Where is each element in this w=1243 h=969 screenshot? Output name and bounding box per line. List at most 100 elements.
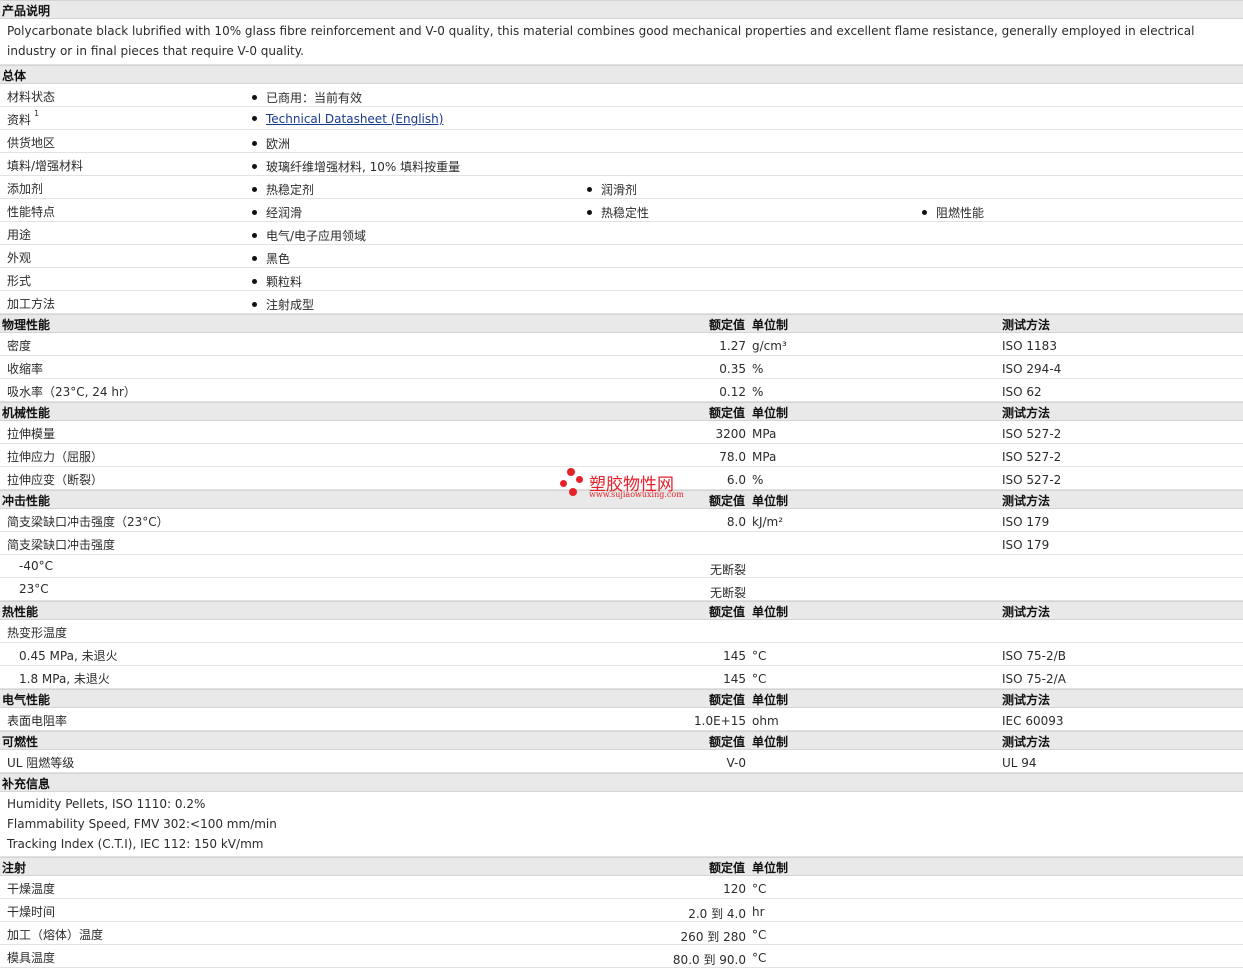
property-unit: ohm [752, 714, 779, 728]
section-title: 冲击性能 [2, 494, 51, 508]
info-line: Flammability Speed, FMV 302:<100 mm/min [7, 817, 277, 831]
bullet-text: 热稳定剂 [266, 183, 315, 197]
bullet-item: 经润滑 [252, 204, 302, 221]
column-header-unit: 单位制 [752, 494, 789, 508]
property-label: 用途 [7, 228, 32, 242]
section-header-supplement: 补充信息 [0, 773, 1243, 792]
property-label: -40°C [19, 559, 53, 573]
column-header-method: 测试方法 [1002, 494, 1051, 508]
test-method: ISO 527-2 [1002, 450, 1062, 464]
thermal-table: 热变形温度 0.45 MPa, 未退火 145 °C ISO 75-2/B 1.8 MPa… [0, 620, 1243, 689]
bullet-icon [252, 164, 257, 169]
property-label: 收缩率 [7, 362, 44, 376]
column-header-value: 额定值 [708, 861, 745, 875]
column-header-unit: 单位制 [752, 406, 789, 420]
property-value: 0.35 [719, 362, 746, 376]
section-header-flammability: 可燃性 额定值 单位制 测试方法 [0, 731, 1243, 750]
column-header-unit: 单位制 [752, 861, 789, 875]
column-header-method: 测试方法 [1002, 693, 1051, 707]
property-value: 8.0 [726, 515, 746, 529]
table-row: 加工方法 注射成型 [0, 291, 1243, 314]
property-value: V-0 [726, 756, 746, 770]
test-method: ISO 1183 [1002, 339, 1057, 353]
flammability-table: UL 阻燃等级 V-0 UL 94 [0, 750, 1243, 773]
property-unit: g/cm³ [752, 339, 787, 353]
property-unit: °C [752, 882, 767, 896]
property-label: 1.8 MPa, 未退火 [19, 672, 110, 686]
section-title: 物理性能 [2, 318, 51, 332]
bullet-text: 颗粒料 [266, 275, 303, 289]
column-header-value: 额定值 [708, 406, 745, 420]
bullet-text: 黑色 [266, 252, 291, 266]
property-value: 2.0 到 4.0 [688, 907, 746, 921]
property-label: 密度 [7, 339, 32, 353]
property-label: 拉伸应变（断裂） [7, 473, 104, 487]
column-header-unit: 单位制 [752, 693, 789, 707]
bullet-item: 热稳定性 [587, 204, 649, 221]
bullet-item: 电气/电子应用领域 [252, 227, 366, 244]
property-label: 吸水率（23°C, 24 hr） [7, 385, 136, 399]
injection-table: 干燥温度 120 °C 干燥时间 2.0 到 4.0 hr 加工（熔体）温度 260 到 28… [0, 876, 1243, 968]
property-value: 3200 [715, 427, 746, 441]
property-value: 120 [723, 882, 746, 896]
column-header-unit: 单位制 [752, 605, 789, 619]
property-label: 拉伸模量 [7, 427, 56, 441]
column-header-value: 额定值 [708, 735, 745, 749]
test-method: ISO 75-2/B [1002, 649, 1066, 663]
section-title: 电气性能 [2, 693, 51, 707]
table-row: 加工（熔体）温度 260 到 280 °C [0, 922, 1243, 945]
property-label: 加工（熔体）温度 [7, 928, 104, 942]
property-label: 干燥温度 [7, 882, 56, 896]
bullet-text: 热稳定性 [601, 206, 650, 220]
table-row: UL 阻燃等级 V-0 UL 94 [0, 750, 1243, 773]
property-value: 1.0E+15 [694, 714, 746, 728]
bullet-icon [252, 210, 257, 215]
property-unit: MPa [752, 450, 777, 464]
property-value: 1.27 [719, 339, 746, 353]
datasheet-link-item[interactable]: Technical Datasheet (English) [252, 112, 443, 126]
table-row: 外观 黑色 [0, 245, 1243, 268]
table-row: 吸水率（23°C, 24 hr） 0.12% ISO 62 [0, 379, 1243, 402]
property-label: 模具温度 [7, 951, 56, 965]
section-header-injection: 注射 额定值 单位制 [0, 857, 1243, 876]
property-label: 供货地区 [7, 136, 56, 150]
column-header-method: 测试方法 [1002, 406, 1051, 420]
property-unit: kJ/m² [752, 515, 784, 529]
property-label: 表面电阻率 [7, 714, 68, 728]
property-label: 热变形温度 [7, 626, 68, 640]
property-label: 23°C [19, 582, 49, 596]
property-label: 资料 [7, 113, 32, 127]
electrical-table: 表面电阻率 1.0E+15 ohm IEC 60093 [0, 708, 1243, 731]
bullet-icon [252, 116, 257, 121]
table-row: 热变形温度 [0, 620, 1243, 643]
test-method: UL 94 [1002, 756, 1037, 770]
physical-table: 密度 1.27 g/cm³ ISO 1183 收缩率 0.35% ISO 294-4 吸水率（… [0, 333, 1243, 402]
section-title: 热性能 [2, 605, 39, 619]
section-header-description: 产品说明 [0, 0, 1243, 19]
property-label: 外观 [7, 251, 32, 265]
test-method: ISO 527-2 [1002, 473, 1062, 487]
column-header-value: 额定值 [708, 494, 745, 508]
property-value: 6.0 [726, 473, 746, 487]
property-unit: °C [752, 928, 767, 942]
table-row: 模具温度 80.0 到 90.0 °C [0, 945, 1243, 968]
property-unit: % [752, 473, 764, 487]
bullet-text: 已商用：当前有效 [266, 91, 363, 105]
section-header-thermal: 热性能 额定值 单位制 测试方法 [0, 601, 1243, 620]
property-label: 简支梁缺口冲击强度 [7, 538, 116, 552]
property-label: 添加剂 [7, 182, 44, 196]
table-row: 干燥时间 2.0 到 4.0 hr [0, 899, 1243, 922]
property-unit: °C [752, 672, 767, 686]
table-row: 性能特点 经润滑 热稳定性 阻燃性能 [0, 199, 1243, 222]
property-value: 无断裂 [709, 586, 746, 600]
table-row: 表面电阻率 1.0E+15 ohm IEC 60093 [0, 708, 1243, 731]
table-row: 资料 1 Technical Datasheet (English) [0, 107, 1243, 130]
logo-dot-icon [569, 488, 577, 496]
table-row: -40°C 无断裂 [0, 555, 1243, 578]
column-header-method: 测试方法 [1002, 605, 1051, 619]
bullet-text: 电气/电子应用领域 [266, 229, 367, 243]
technical-datasheet-link[interactable]: Technical Datasheet (English) [266, 112, 443, 126]
table-row: 收缩率 0.35% ISO 294-4 [0, 356, 1243, 379]
table-row: 材料状态 已商用：当前有效 [0, 84, 1243, 107]
test-method: ISO 527-2 [1002, 427, 1062, 441]
